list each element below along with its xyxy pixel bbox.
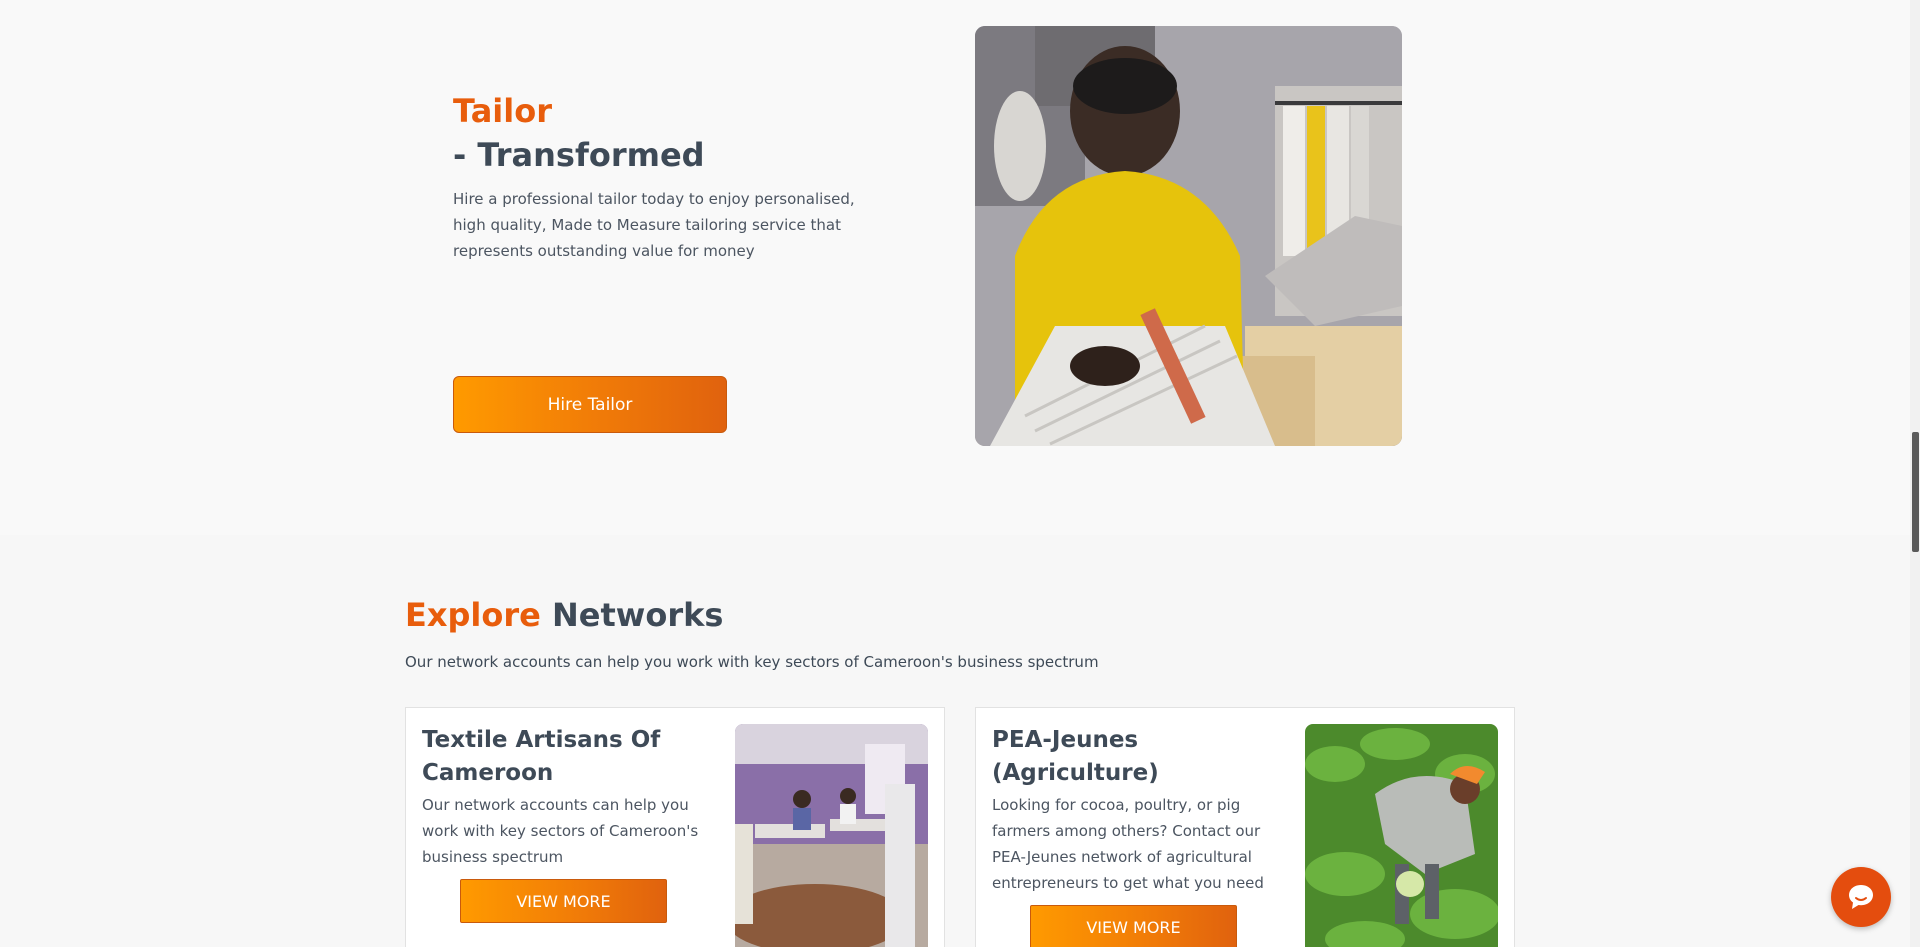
chat-button[interactable] [1831,867,1891,927]
tailor-photo [975,26,1402,446]
page-scrollbar[interactable] [1910,0,1920,947]
hero-title-accent: Tailor [453,92,552,130]
tailor-photo-illustration [975,26,1402,446]
hero-title-main: - Transformed [453,136,705,174]
networks-title: Explore Networks [405,595,723,635]
hero-section: Tailor - Transformed Hire a professional… [0,0,1920,535]
card-description: Looking for cocoa, poultry, or pig farme… [992,796,1264,892]
networks-title-rest: Networks [551,596,724,634]
view-more-button[interactable]: VIEW MORE [1030,905,1237,947]
networks-subtitle: Our network accounts can help you work w… [405,653,1099,671]
networks-section: Explore Networks Our network accounts ca… [0,535,1920,947]
network-card-pea-jeunes: PEA-Jeunes (Agriculture) Looking for coc… [975,707,1515,947]
textile-workshop-photo [735,724,928,947]
card-description: Our network accounts can help you work w… [422,796,699,866]
page: Tailor - Transformed Hire a professional… [0,0,1920,947]
scrollbar-thumb[interactable] [1912,432,1919,552]
hire-tailor-button[interactable]: Hire Tailor [453,376,727,433]
textile-workshop-illustration [735,724,928,947]
view-more-button[interactable]: VIEW MORE [460,879,667,923]
card-title: Textile Artisans Of Cameroon [422,727,661,786]
farmer-photo [1305,724,1498,947]
farmer-illustration [1305,724,1498,947]
card-title: PEA-Jeunes (Agriculture) [992,727,1159,786]
network-card-textile: Textile Artisans Of Cameroon Our network… [405,707,945,947]
hero-description: Hire a professional tailor today to enjo… [453,190,855,260]
networks-title-accent: Explore [405,596,541,634]
chat-bubble-icon [1849,885,1873,909]
